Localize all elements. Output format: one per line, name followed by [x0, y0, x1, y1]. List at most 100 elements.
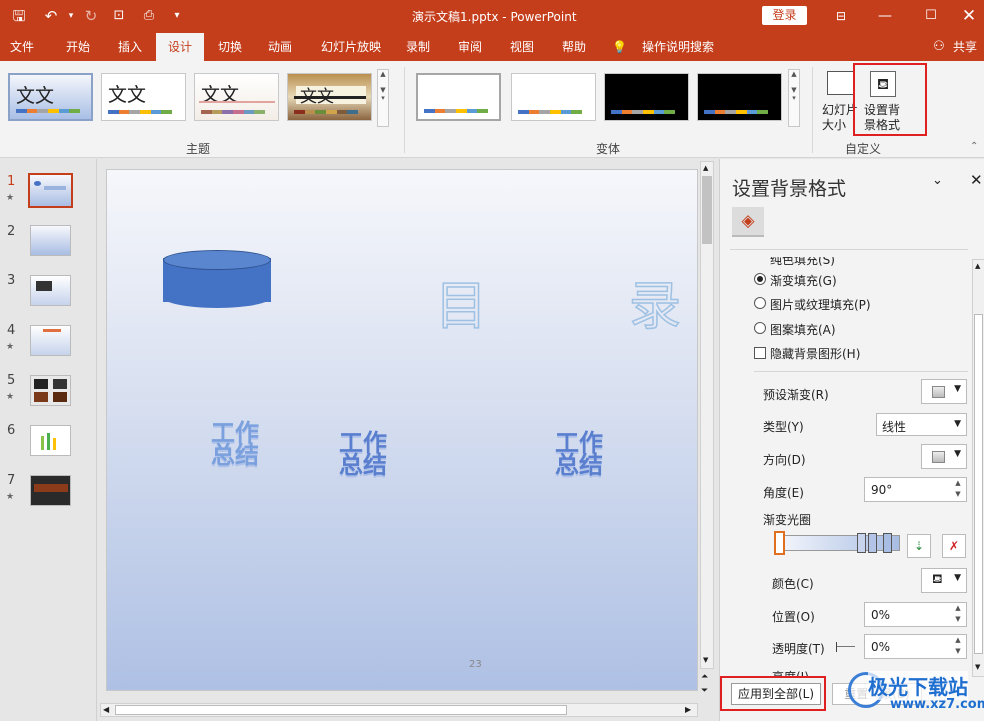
h-scroll-thumb[interactable]: [115, 705, 567, 715]
spin-down-icon[interactable]: ▼: [953, 615, 963, 623]
slide-horizontal-scrollbar[interactable]: ◀ ▶: [100, 703, 698, 717]
pane-close-icon[interactable]: ✕: [970, 171, 983, 189]
maximize-icon[interactable]: ☐: [916, 4, 946, 28]
slide-vertical-scrollbar[interactable]: ▲ ▼: [700, 161, 714, 669]
gradient-stops-bar[interactable]: [776, 535, 900, 551]
minimize-icon[interactable]: —: [870, 4, 900, 28]
gradient-stop-3[interactable]: [868, 533, 877, 553]
spin-down-icon[interactable]: ▼: [953, 490, 963, 498]
theme-swatches: [294, 110, 359, 114]
variant-thumb-1[interactable]: [416, 73, 501, 121]
position-input[interactable]: 0% ▲ ▼: [864, 602, 967, 627]
title-char-2[interactable]: 录: [628, 264, 682, 339]
fill-option-solid[interactable]: 纯色填充(S): [770, 257, 835, 268]
tab-design[interactable]: 设计: [156, 33, 204, 61]
theme-thumb-1[interactable]: 文文: [8, 73, 93, 121]
add-stop-icon[interactable]: ⇣: [907, 534, 931, 558]
preset-gradient-dropdown[interactable]: ▼: [921, 379, 967, 404]
themes-gallery-scroll[interactable]: ▲ ▼ ▾: [377, 69, 389, 127]
undo-dropdown-icon[interactable]: ▾: [60, 6, 82, 26]
pane-options-icon[interactable]: ⌄: [932, 173, 943, 188]
scroll-thumb[interactable]: [702, 176, 712, 244]
scroll-up-icon[interactable]: ▲: [975, 262, 980, 270]
current-slide[interactable]: 目 录 工作 总结 工作 总结 工作 总结 23: [106, 169, 698, 691]
spin-down-icon[interactable]: ▼: [953, 647, 963, 655]
spin-up-icon[interactable]: ▲: [953, 636, 963, 644]
gradient-stop-1[interactable]: [774, 531, 785, 555]
variant-thumb-3[interactable]: [604, 73, 689, 121]
spin-up-icon[interactable]: ▲: [953, 604, 963, 612]
login-button[interactable]: 登录: [762, 6, 807, 25]
tab-record[interactable]: 录制: [396, 33, 440, 61]
wordart-1[interactable]: 工作 总结: [211, 421, 259, 467]
theme-thumb-4[interactable]: 文文: [287, 73, 372, 121]
tab-view[interactable]: 视图: [500, 33, 544, 61]
scroll-up-icon[interactable]: ▲: [703, 164, 708, 172]
variant-thumb-4[interactable]: [697, 73, 782, 121]
slider-track: [837, 646, 855, 647]
redo-icon[interactable]: ↻: [80, 6, 102, 26]
type-select[interactable]: 线性 ▼: [876, 413, 967, 436]
tab-file[interactable]: 文件: [0, 33, 44, 61]
tab-animations[interactable]: 动画: [258, 33, 302, 61]
print-preview-icon[interactable]: ⎙: [138, 6, 160, 26]
transparency-input[interactable]: 0% ▲ ▼: [864, 634, 967, 659]
theme-thumb-2[interactable]: 文文: [101, 73, 186, 121]
fill-option-gradient: 渐变填充(G): [770, 274, 837, 288]
cylinder-shape[interactable]: [163, 250, 271, 310]
save-icon[interactable]: 🖫: [8, 6, 30, 26]
theme-thumb-text: 文文: [16, 85, 55, 107]
gradient-stop-4[interactable]: [883, 533, 892, 553]
variants-gallery-scroll[interactable]: ▲ ▼ ▾: [788, 69, 800, 127]
customize-qat-icon[interactable]: ▾: [166, 6, 188, 26]
slide-thumb-1[interactable]: [28, 173, 73, 208]
color-dropdown[interactable]: ⛾ ▼: [921, 568, 967, 593]
scroll-right-icon[interactable]: ▶: [685, 705, 691, 714]
fill-tab-icon[interactable]: ◈: [732, 207, 764, 237]
wordart-3[interactable]: 工作 总结: [555, 431, 603, 477]
theme-thumb-3[interactable]: 文文: [194, 73, 279, 121]
tab-insert[interactable]: 插入: [108, 33, 152, 61]
scroll-left-icon[interactable]: ◀: [103, 705, 109, 714]
presenter-icon[interactable]: ⊡: [108, 6, 130, 26]
slide-thumb-6[interactable]: [30, 425, 71, 456]
slide-thumb-5[interactable]: [30, 375, 71, 406]
slide-thumb-4[interactable]: [30, 325, 71, 356]
next-slide-icon[interactable]: ⏷: [701, 685, 708, 697]
tab-help[interactable]: 帮助: [552, 33, 596, 61]
transparency-slider[interactable]: [836, 642, 855, 652]
share-button[interactable]: 共享: [950, 33, 980, 61]
slide-thumb-7[interactable]: [30, 475, 71, 506]
scroll-down-icon[interactable]: ▼: [975, 663, 980, 671]
title-char-1[interactable]: 目: [434, 264, 488, 339]
tab-slideshow[interactable]: 幻灯片放映: [314, 33, 388, 61]
undo-icon[interactable]: ↶: [40, 6, 62, 26]
thumb-title: [43, 329, 61, 332]
direction-dropdown[interactable]: ▼: [921, 444, 967, 469]
pane-scroll-thumb[interactable]: [974, 314, 983, 654]
tab-transitions[interactable]: 切换: [208, 33, 252, 61]
spin-up-icon[interactable]: ▲: [953, 479, 963, 487]
tab-home[interactable]: 开始: [56, 33, 100, 61]
angle-input[interactable]: 90° ▲ ▼: [864, 477, 967, 502]
variant-thumb-2[interactable]: [511, 73, 596, 121]
tell-me-search[interactable]: 操作说明搜索: [636, 33, 720, 61]
remove-stop-icon[interactable]: ✗: [942, 534, 966, 558]
close-icon[interactable]: ✕: [954, 4, 984, 28]
radio-picture-fill[interactable]: [754, 297, 766, 309]
wordart-2[interactable]: 工作 总结: [339, 431, 387, 477]
radio-pattern-fill[interactable]: [754, 322, 766, 334]
pane-scrollbar[interactable]: ▲ ▼: [972, 259, 984, 677]
hide-bg-graphics-checkbox[interactable]: [754, 347, 766, 359]
slide-thumb-3[interactable]: [30, 275, 71, 306]
slide-thumb-2[interactable]: [30, 225, 71, 256]
gradient-stop-2[interactable]: [857, 533, 866, 553]
tab-review[interactable]: 审阅: [448, 33, 492, 61]
collapse-ribbon-icon[interactable]: ⌃: [970, 141, 978, 152]
radio-gradient-fill[interactable]: [754, 273, 766, 285]
lightbulb-icon: 💡: [612, 40, 627, 54]
scroll-down-icon[interactable]: ▼: [703, 656, 708, 664]
ribbon-display-icon[interactable]: ⊟: [826, 4, 856, 28]
prev-slide-icon[interactable]: ⏶: [701, 671, 708, 683]
animation-star-icon: ★: [6, 392, 15, 402]
